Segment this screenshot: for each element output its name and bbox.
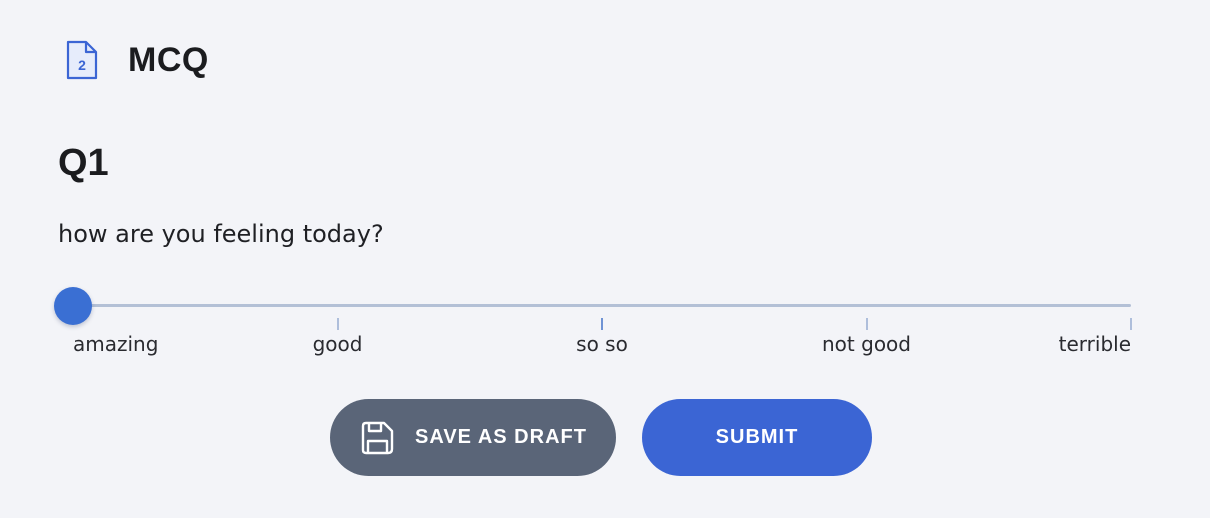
question-number: Q1 [58,142,109,184]
action-bar: SAVE AS DRAFT SUBMIT [330,399,872,476]
feeling-slider[interactable]: amazing good so so not good terrible [54,285,1132,365]
save-as-draft-button[interactable]: SAVE AS DRAFT [330,399,616,476]
slider-option-label[interactable]: good [313,334,363,354]
slider-track[interactable] [73,304,1131,307]
slider-option-label[interactable]: not good [822,334,911,354]
floppy-disk-icon [361,421,394,454]
submit-button[interactable]: SUBMIT [642,399,872,476]
document-number-icon: 2 [66,40,98,80]
question-text: how are you feeling today? [58,220,384,248]
slider-tick [601,318,603,330]
slider-option-label[interactable]: terrible [1059,334,1131,354]
slider-tick [1130,318,1132,330]
slider-option-label[interactable]: so so [576,334,628,354]
slider-thumb[interactable] [54,287,92,325]
slider-tick [865,318,868,330]
slider-option-label[interactable]: amazing [73,334,158,354]
app-title: MCQ [128,41,209,79]
submit-label: SUBMIT [715,426,799,448]
slider-tick [336,318,339,330]
document-badge-number: 2 [78,57,86,73]
page-header: 2 MCQ [64,38,209,82]
save-as-draft-label: SAVE AS DRAFT [415,426,587,448]
